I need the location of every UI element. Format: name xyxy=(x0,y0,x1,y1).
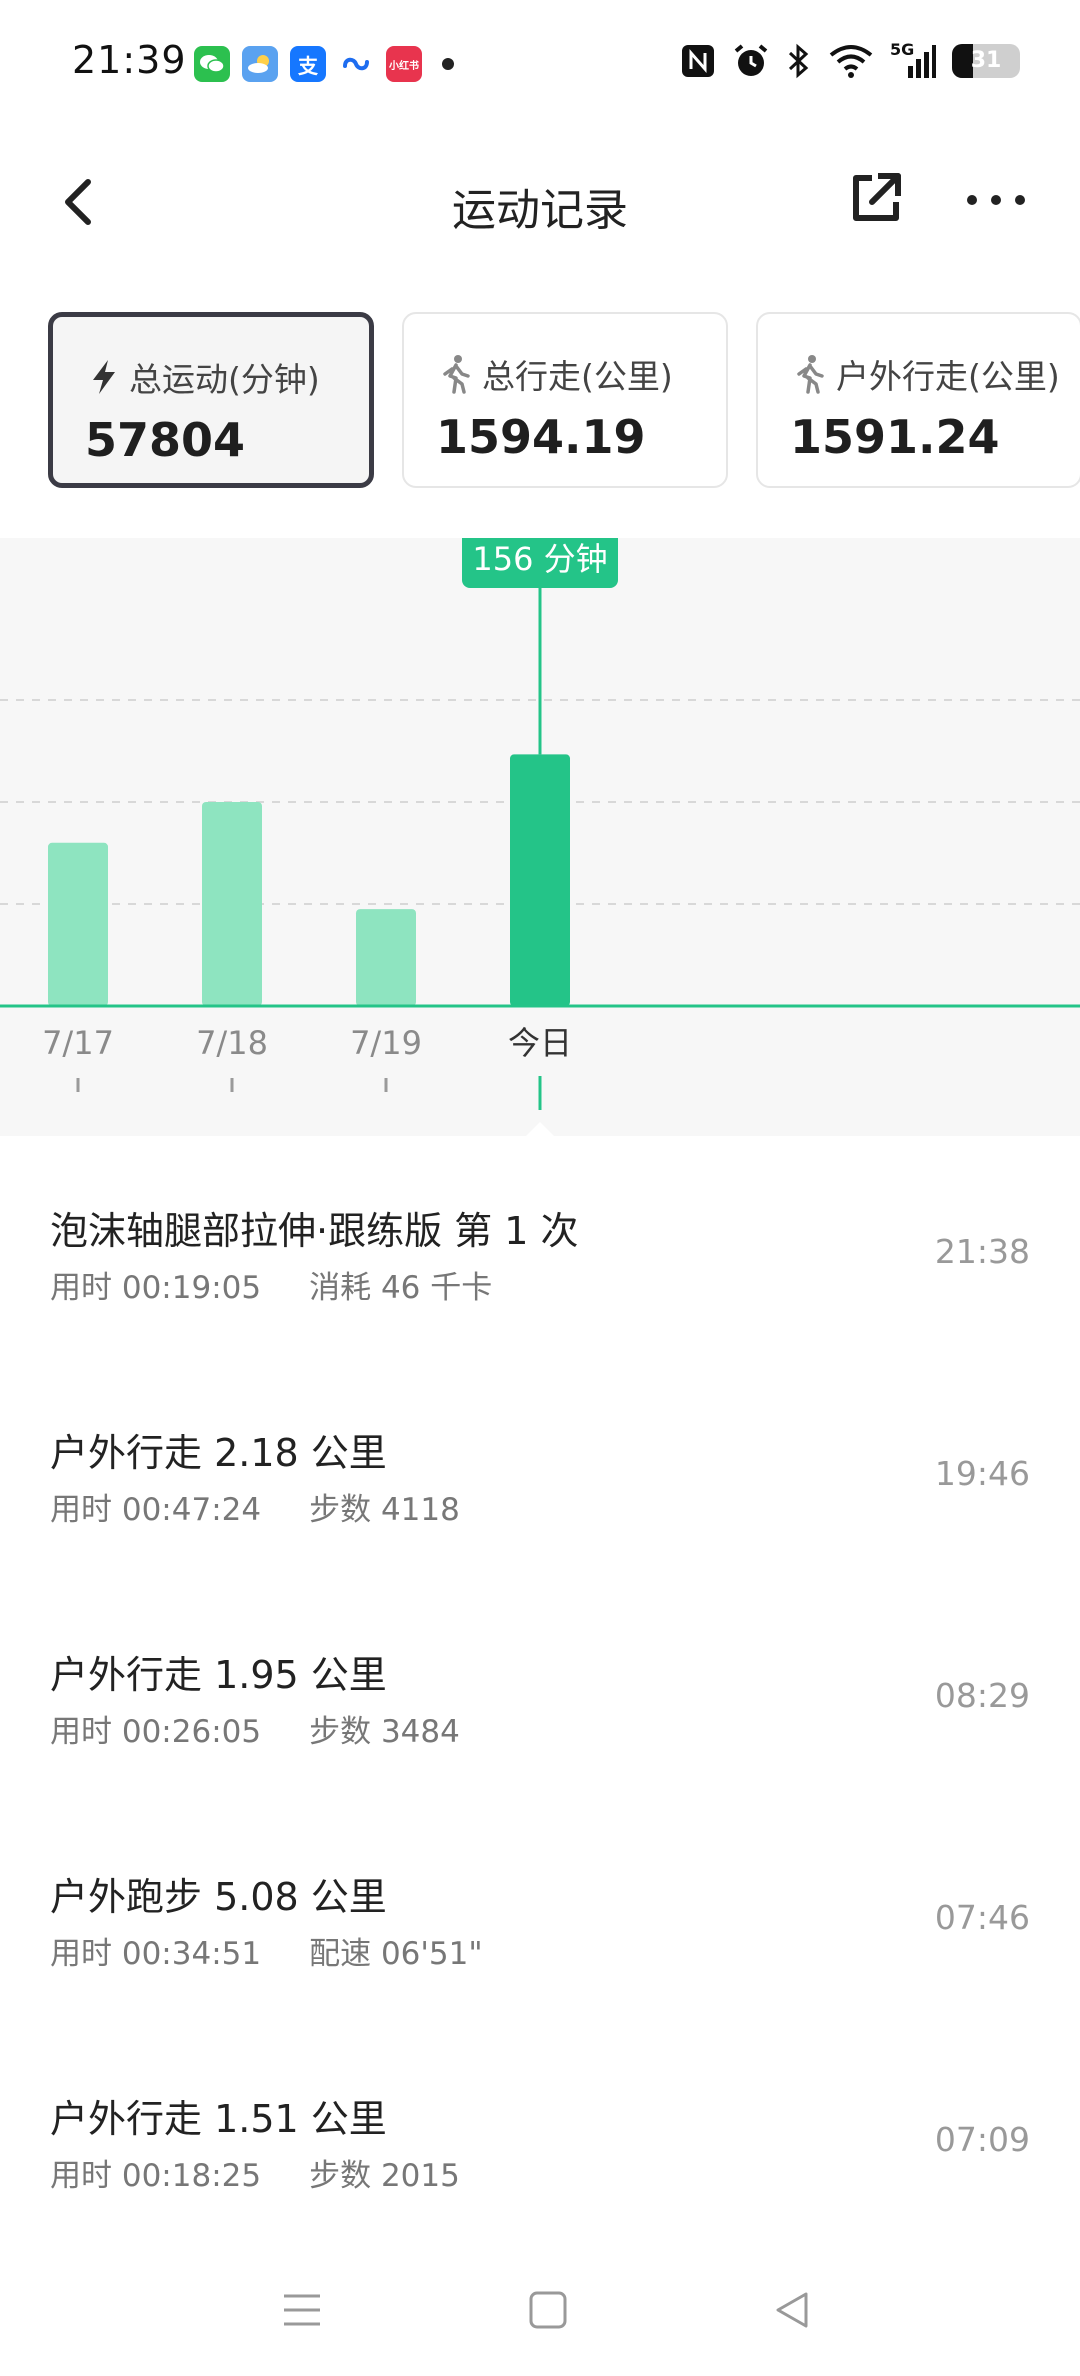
system-icons: 5G 31 xyxy=(680,40,1020,80)
chart-tick-label: 今日 xyxy=(508,1024,572,1062)
list-item[interactable]: 泡沫轴腿部拉伸·跟练版 第 1 次 用时 00:19:05 消耗 46 千卡 2… xyxy=(0,1170,1080,1392)
card-label: 户外行走(公里) xyxy=(836,357,1060,396)
system-nav-bar xyxy=(0,2270,1080,2350)
status-bar: 21:39 支 小红书 5G 31 xyxy=(0,0,1080,130)
record-duration: 用时 00:19:05 xyxy=(50,1270,262,1306)
record-extra: 消耗 46 千卡 xyxy=(309,1270,493,1306)
metric-cards: 总运动(分钟) 57804 总行走(公里) 1594.19 户外行走(公里) 1… xyxy=(48,312,1080,492)
notification-icons: 支 小红书 xyxy=(194,46,454,82)
page-title: 运动记录 xyxy=(452,185,628,236)
record-time: 19:46 xyxy=(934,1454,1030,1493)
share-icon[interactable] xyxy=(848,170,904,226)
record-extra: 步数 3484 xyxy=(309,1714,460,1750)
chart-bar xyxy=(202,802,262,1006)
list-item[interactable]: 户外跑步 5.08 公里 用时 00:34:51 配速 06'51" 07:46 xyxy=(0,1836,1080,2058)
record-title: 户外行走 1.95 公里 xyxy=(50,1653,387,1697)
card-outdoor-walking[interactable]: 户外行走(公里) 1591.24 xyxy=(756,312,1080,488)
app-header: 运动记录 xyxy=(0,150,1080,260)
record-title: 户外行走 1.51 公里 xyxy=(50,2097,387,2141)
chart-tick-label: 7/18 xyxy=(196,1024,268,1062)
record-title: 户外跑步 5.08 公里 xyxy=(50,1875,387,1919)
bluetooth-icon xyxy=(788,43,809,79)
chart-tooltip-label: 156 分钟 xyxy=(472,540,607,578)
record-duration: 用时 00:26:05 xyxy=(50,1714,262,1750)
card-total-exercise[interactable]: 总运动(分钟) 57804 xyxy=(48,312,374,488)
wifi-icon xyxy=(829,45,873,78)
record-title: 泡沫轴腿部拉伸·跟练版 第 1 次 xyxy=(50,1209,579,1253)
chart-tick-label: 7/17 xyxy=(42,1024,114,1062)
chart-bar xyxy=(48,842,108,1006)
home-square-icon xyxy=(529,2291,567,2329)
record-time: 07:46 xyxy=(934,1898,1030,1937)
list-item[interactable]: 户外行走 1.51 公里 用时 00:18:25 步数 2015 07:09 xyxy=(0,2058,1080,2280)
nav-menu-button[interactable] xyxy=(262,2270,342,2350)
weather-icon xyxy=(242,46,278,82)
record-time: 07:09 xyxy=(934,2120,1030,2159)
record-extra: 配速 06'51" xyxy=(309,1936,483,1972)
record-extra: 步数 2015 xyxy=(309,2158,460,2194)
chart-tick-label: 7/19 xyxy=(350,1024,422,1062)
record-duration: 用时 00:47:24 xyxy=(50,1492,262,1528)
signal-icon: 5G xyxy=(890,40,936,80)
record-duration: 用时 00:34:51 xyxy=(50,1936,262,1972)
back-triangle-icon xyxy=(776,2292,808,2328)
cloud-drive-icon xyxy=(338,46,374,82)
card-value: 1594.19 xyxy=(436,410,646,464)
record-time: 21:38 xyxy=(934,1232,1030,1271)
more-notifications-dot xyxy=(442,58,454,70)
card-total-walking[interactable]: 总行走(公里) 1594.19 xyxy=(402,312,728,488)
status-time: 21:39 xyxy=(72,38,187,82)
card-label: 总行走(公里) xyxy=(482,357,673,396)
list-item[interactable]: 户外行走 2.18 公里 用时 00:47:24 步数 4118 19:46 xyxy=(0,1392,1080,1614)
nav-home-button[interactable] xyxy=(508,2270,588,2350)
record-duration: 用时 00:18:25 xyxy=(50,2158,262,2194)
card-value: 57804 xyxy=(85,413,246,467)
card-value: 1591.24 xyxy=(790,410,1000,464)
exercise-bar-chart[interactable]: 7/17 7/18 7/19 今日 156 分钟 xyxy=(0,538,1080,1136)
exercise-record-list: 泡沫轴腿部拉伸·跟练版 第 1 次 用时 00:19:05 消耗 46 千卡 2… xyxy=(0,1170,1080,2280)
more-options-icon[interactable] xyxy=(964,172,1028,228)
chart-svg: 7/17 7/18 7/19 今日 156 分钟 xyxy=(0,538,1080,1136)
walking-icon xyxy=(443,355,470,394)
chart-pointer-notch xyxy=(526,1122,554,1136)
record-title: 户外行走 2.18 公里 xyxy=(50,1431,387,1475)
chart-bar xyxy=(356,909,416,1006)
lightning-icon xyxy=(93,360,115,394)
alarm-icon xyxy=(734,44,768,76)
wechat-icon xyxy=(194,46,230,82)
xiaohongshu-icon: 小红书 xyxy=(386,46,422,82)
battery-level: 31 xyxy=(970,48,1002,73)
nav-back-button[interactable] xyxy=(752,2270,832,2350)
record-extra: 步数 4118 xyxy=(309,1492,460,1528)
record-time: 08:29 xyxy=(934,1676,1030,1715)
alipay-icon: 支 xyxy=(290,46,326,82)
nfc-icon xyxy=(682,45,714,77)
menu-icon xyxy=(284,2294,320,2326)
card-label: 总运动(分钟) xyxy=(129,360,320,399)
battery-icon: 31 xyxy=(952,44,1020,78)
walking-icon xyxy=(797,355,824,394)
list-item[interactable]: 户外行走 1.95 公里 用时 00:26:05 步数 3484 08:29 xyxy=(0,1614,1080,1836)
chart-bar xyxy=(510,754,570,1006)
